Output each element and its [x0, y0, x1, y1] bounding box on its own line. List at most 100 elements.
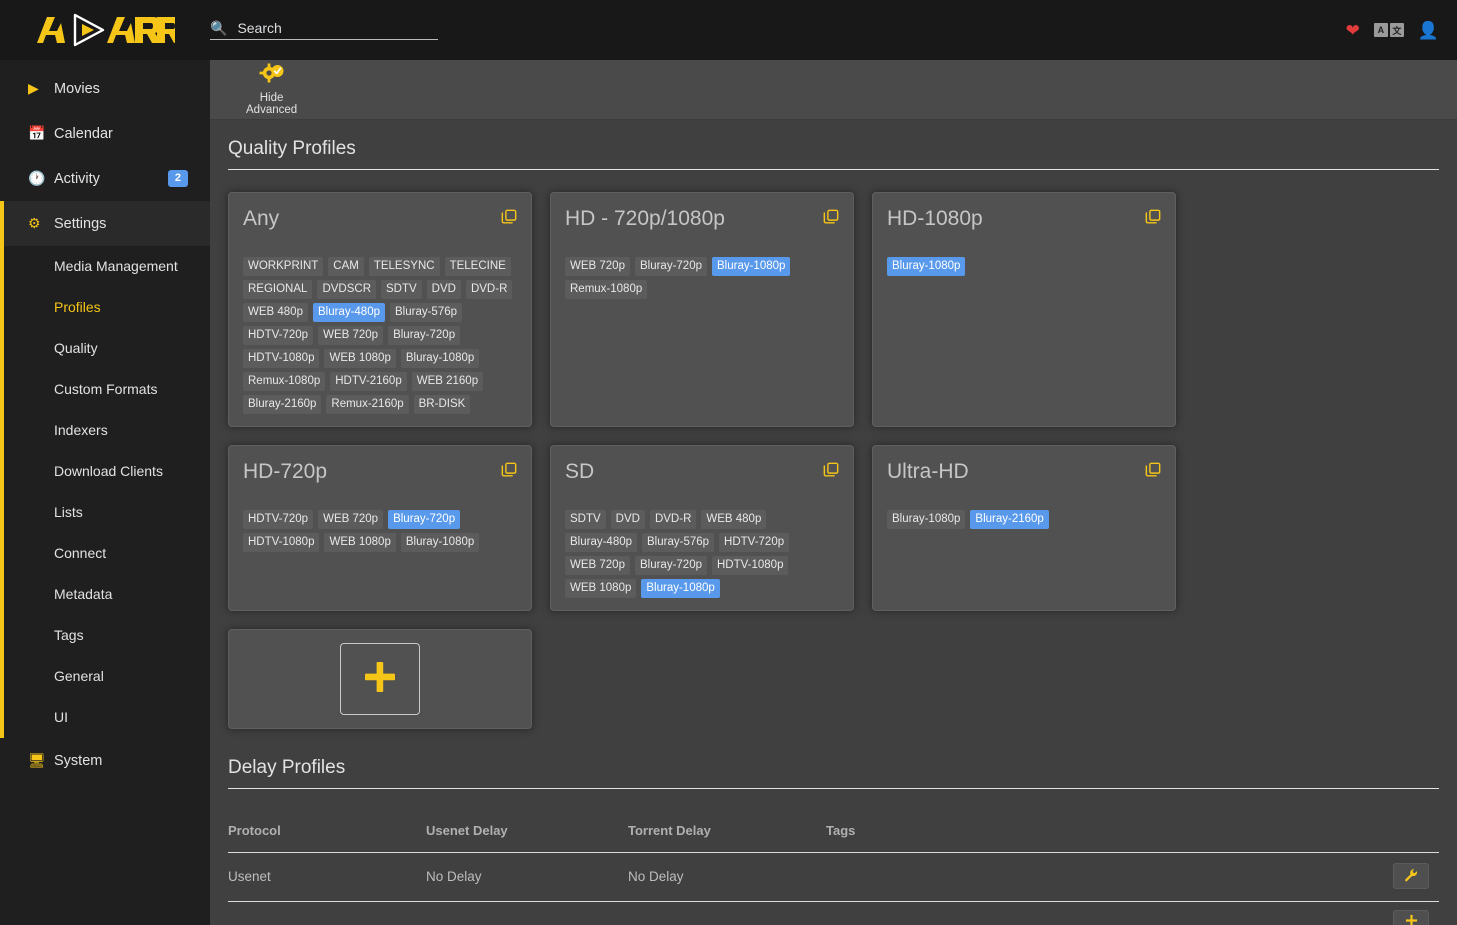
quality-tag: WEB 2160p [411, 372, 484, 391]
quality-tag: DVD [426, 280, 461, 299]
table-row[interactable]: Usenet No Delay No Delay [228, 852, 1439, 902]
quality-tag-list: HDTV-720p WEB 720p Bluray-720p HDTV-1080p WE… [243, 510, 517, 552]
header-actions: ❤ A 文 👤 [1346, 0, 1439, 60]
quality-tag-selected: Bluray-480p [312, 303, 385, 322]
quality-profile-card[interactable]: Any WORKPRINT CAM TELESYNC TELECINE REGIONAL D… [228, 192, 532, 427]
search-input[interactable] [237, 20, 428, 36]
sidebar-item-tags[interactable]: Tags [4, 615, 210, 656]
quality-tag-list: WORKPRINT CAM TELESYNC TELECINE REGIONAL DVDS… [243, 257, 517, 414]
quality-profile-card[interactable]: SD SDTV DVD DVD-R WEB 480p Bluray-480p Bluray-… [550, 445, 854, 611]
quality-profile-card[interactable]: HD-720p HDTV-720p WEB 720p Bluray-720p HDTV-… [228, 445, 532, 611]
quality-profile-card[interactable]: Ultra-HD Bluray-1080p Bluray-2160p [872, 445, 1176, 611]
gears-icon: ⚙ [28, 215, 41, 231]
clone-profile-button[interactable] [1145, 462, 1161, 478]
quality-tag: DVDSCR [317, 280, 376, 299]
quality-tag: Bluray-1080p [887, 510, 966, 529]
quality-tag-selected: Bluray-1080p [887, 257, 966, 276]
sidebar-item-custom-formats[interactable]: Custom Formats [4, 369, 210, 410]
translate-icon[interactable]: A 文 [1373, 23, 1404, 37]
delay-profiles-heading: Delay Profiles [228, 757, 1439, 789]
sidebar-item-lists[interactable]: Lists [4, 492, 210, 533]
quality-tag: DVD-R [649, 510, 697, 529]
delay-profiles-section: Delay Profiles Protocol Usenet Delay Tor… [228, 757, 1439, 925]
quality-tag: TELESYNC [368, 257, 440, 276]
quality-profile-name: SD [565, 460, 595, 483]
clock-icon: 🕐 [28, 170, 46, 186]
delay-profiles-table: Protocol Usenet Delay Torrent Delay Tags… [228, 811, 1439, 902]
clone-profile-button[interactable] [501, 209, 517, 225]
sidebar: ▶ Movies 📅 Calendar 🕐 Activity 2 ⚙ Setti… [0, 60, 210, 925]
column-header-protocol: Protocol [228, 823, 281, 838]
add-delay-profile-button[interactable] [1393, 910, 1429, 925]
quality-tag: Bluray-1080p [400, 349, 480, 368]
quality-profiles-grid: Any WORKPRINT CAM TELESYNC TELECINE REGIONAL D… [228, 192, 1439, 729]
quality-tag-list: Bluray-1080p [887, 257, 1161, 276]
user-icon[interactable]: 👤 [1418, 22, 1439, 39]
sidebar-item-activity[interactable]: 🕐 Activity 2 [0, 156, 210, 201]
sidebar-item-settings[interactable]: ⚙ Settings [0, 201, 210, 246]
radarr-logo-icon [37, 13, 175, 47]
clone-profile-button[interactable] [1145, 209, 1161, 225]
sidebar-item-ui[interactable]: UI [4, 697, 210, 738]
sidebar-item-connect[interactable]: Connect [4, 533, 210, 574]
clone-profile-button[interactable] [823, 209, 839, 225]
translate-letter-b: 文 [1389, 23, 1404, 37]
advanced-button-line2: Advanced [246, 104, 298, 116]
sidebar-item-download-clients[interactable]: Download Clients [4, 451, 210, 492]
sidebar-item-metadata[interactable]: Metadata [4, 574, 210, 615]
quality-tag: Bluray-1080p [400, 533, 480, 552]
app-logo[interactable] [0, 0, 210, 60]
page-toolbar: Hide Advanced [210, 60, 1457, 120]
sidebar-item-general[interactable]: General [4, 656, 210, 697]
sidebar-item-indexers[interactable]: Indexers [4, 410, 210, 451]
toggle-advanced-settings-button[interactable]: Hide Advanced [232, 63, 311, 116]
column-header-torrent-delay: Torrent Delay [628, 823, 711, 838]
sidebar-item-calendar[interactable]: 📅 Calendar [0, 111, 210, 156]
quality-tag: HDTV-2160p [330, 372, 407, 391]
quality-tag: WEB 1080p [324, 533, 396, 552]
clone-icon [501, 209, 517, 229]
clone-icon [823, 462, 839, 482]
translate-letter-a: A [1373, 23, 1388, 37]
quality-profile-card[interactable]: HD - 720p/1080p WEB 720p Bluray-720p Bluray… [550, 192, 854, 427]
search-bar[interactable]: 🔍 [210, 20, 438, 40]
cell-torrent-delay: No Delay [628, 852, 826, 902]
sidebar-item-media-management[interactable]: Media Management [4, 246, 210, 287]
quality-profile-card[interactable]: HD-1080p Bluray-1080p [872, 192, 1176, 427]
search-icon: 🔍 [210, 20, 228, 36]
sidebar-item-profiles[interactable]: Profiles [4, 287, 210, 328]
delay-profiles-header: Protocol Usenet Delay Torrent Delay Tags [228, 811, 1439, 853]
add-profile-box[interactable] [340, 643, 420, 715]
main-content: Hide Advanced Quality Profiles Any WORKPR… [210, 60, 1457, 925]
quality-tag: REGIONAL [243, 280, 313, 299]
clone-profile-button[interactable] [501, 462, 517, 478]
heart-icon[interactable]: ❤ [1346, 22, 1360, 39]
quality-tag: WEB 720p [565, 556, 630, 575]
clone-profile-button[interactable] [823, 462, 839, 478]
add-quality-profile-card[interactable] [228, 629, 532, 729]
wrench-icon [1404, 868, 1418, 885]
quality-tag: SDTV [381, 280, 422, 299]
sidebar-item-quality[interactable]: Quality [4, 328, 210, 369]
edit-delay-profile-button[interactable] [1393, 863, 1429, 889]
sidebar-item-movies[interactable]: ▶ Movies [0, 66, 210, 111]
delay-profiles-body: Usenet No Delay No Delay [228, 852, 1439, 902]
cell-protocol: Usenet [228, 852, 426, 902]
quality-tag: Remux-2160p [326, 395, 409, 414]
quality-tag: DVD [610, 510, 645, 529]
quality-tag: Bluray-720p [388, 326, 461, 345]
quality-tag: HDTV-1080p [712, 556, 789, 575]
advanced-button-line1: Hide [259, 92, 284, 104]
sidebar-item-label: Settings [54, 215, 107, 232]
sidebar-item-label: Calendar [54, 125, 113, 142]
sidebar-item-system[interactable]: 🖥 System [0, 738, 210, 783]
quality-tag: Bluray-720p [634, 556, 707, 575]
gear-check-icon [259, 63, 285, 90]
quality-tag-selected: Bluray-2160p [970, 510, 1049, 529]
sidebar-item-label: Activity [54, 170, 100, 187]
column-header-usenet-delay: Usenet Delay [426, 823, 508, 838]
settings-subnav: Media Management Profiles Quality Custom… [0, 246, 210, 738]
quality-tag: WEB 720p [318, 510, 384, 529]
app-header: 🔍 ❤ A 文 👤 [0, 0, 1457, 60]
delay-profiles-add-row [228, 902, 1439, 925]
